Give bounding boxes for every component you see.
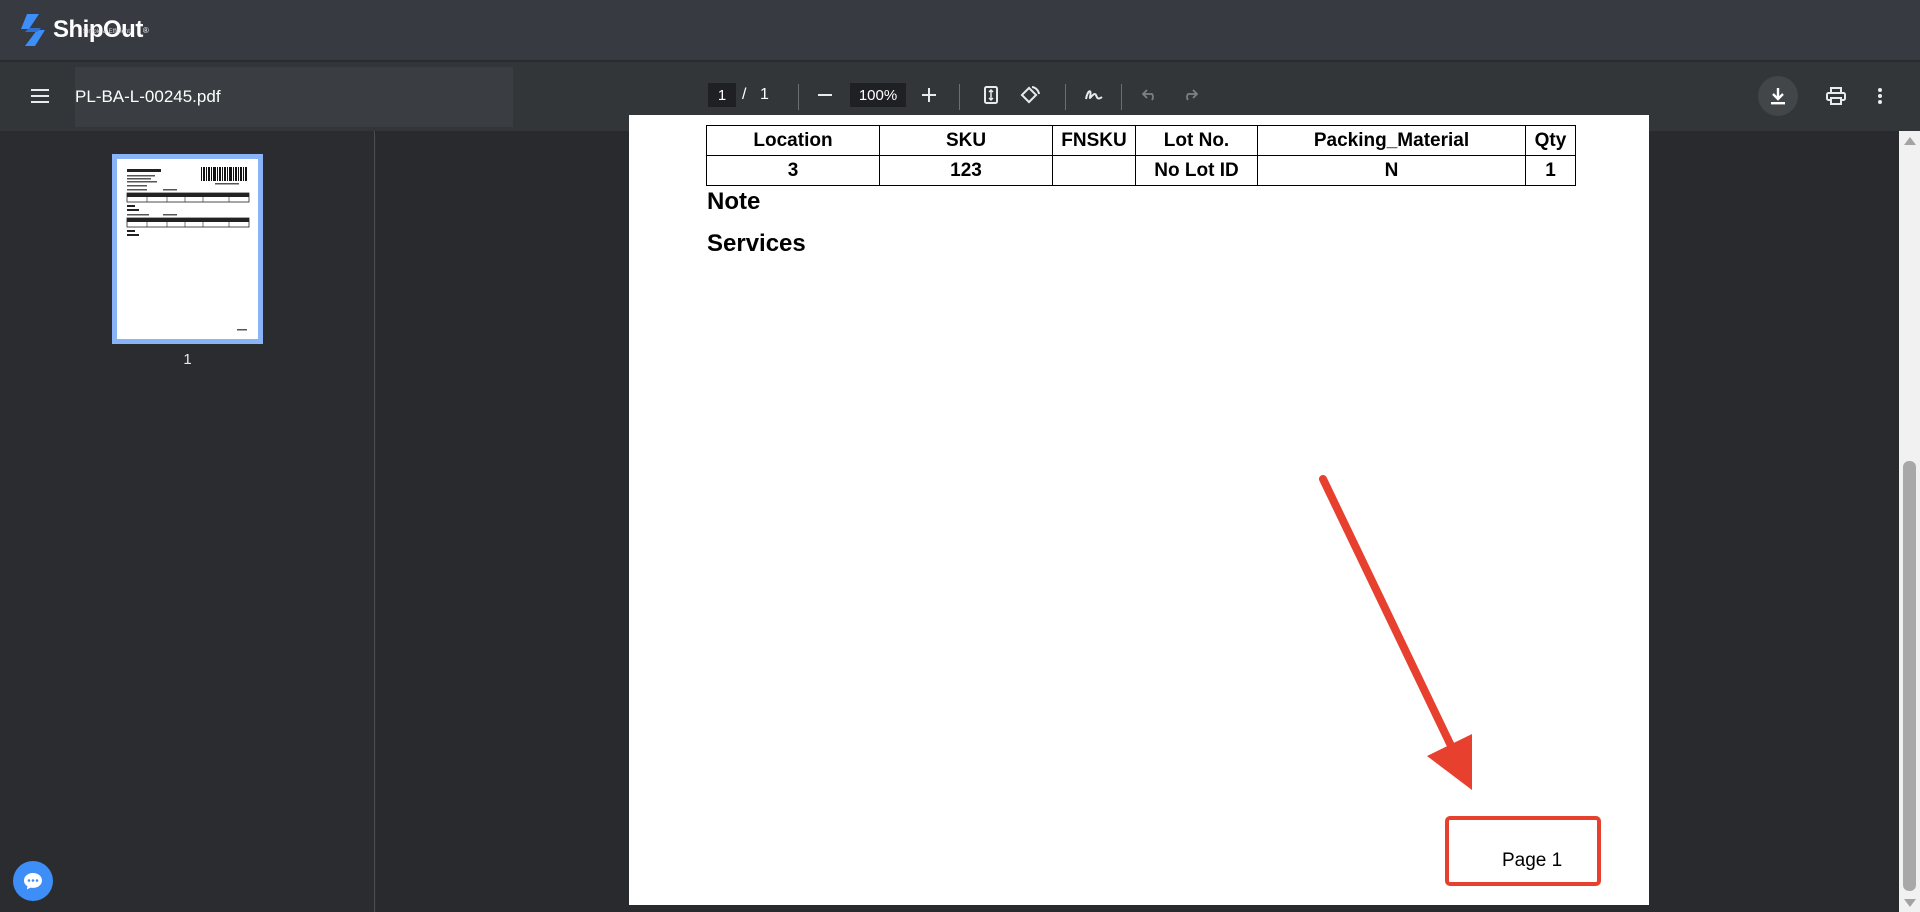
current-page-input[interactable]: 1 xyxy=(708,83,736,107)
table-header-cell: SKU xyxy=(879,125,1053,156)
toolbar-divider xyxy=(959,84,960,110)
table-cell: N xyxy=(1257,155,1526,186)
shipout-logo-icon xyxy=(21,14,45,46)
zoom-in-icon[interactable] xyxy=(916,82,942,108)
services-heading: Services xyxy=(707,230,806,257)
thumbnail-sidebar: 1 xyxy=(0,131,375,912)
table-header-cell: FNSKU xyxy=(1052,125,1136,156)
app-header: ShipOut ® Simple & Efficient xyxy=(0,0,1920,61)
total-pages: 1 xyxy=(760,86,769,103)
chat-icon[interactable] xyxy=(13,861,53,901)
pdf-page: Location SKU FNSKU Lot No. Packing_Mater… xyxy=(629,115,1649,905)
page-thumbnail[interactable] xyxy=(112,154,263,344)
table-cell: No Lot ID xyxy=(1135,155,1258,186)
print-icon[interactable] xyxy=(1822,82,1850,110)
scrollbar-thumb[interactable] xyxy=(1903,461,1916,891)
pdf-viewer-area: Location SKU FNSKU Lot No. Packing_Mater… xyxy=(376,115,1900,912)
hamburger-menu-icon[interactable] xyxy=(24,80,56,112)
page-separator: / xyxy=(742,86,747,103)
scroll-down-arrow-icon[interactable] xyxy=(1904,899,1916,907)
table-cell: 3 xyxy=(706,155,880,186)
fit-page-icon[interactable] xyxy=(978,82,1004,108)
vertical-scrollbar[interactable] xyxy=(1899,131,1920,912)
table-header-row: Location SKU FNSKU Lot No. Packing_Mater… xyxy=(706,125,1576,156)
note-heading: Note xyxy=(707,188,761,215)
trademark-mark: ® xyxy=(142,25,149,35)
table-cell: 123 xyxy=(879,155,1053,186)
brand-tagline: Simple & Efficient xyxy=(83,29,130,35)
toolbar-divider xyxy=(1121,84,1122,110)
rotate-icon[interactable] xyxy=(1017,82,1043,108)
pdf-filename: PL-BA-L-00245.pdf xyxy=(75,87,221,106)
thumbnail-page-preview xyxy=(117,159,258,339)
undo-icon[interactable] xyxy=(1137,82,1163,108)
more-vert-icon[interactable] xyxy=(1868,82,1892,110)
table-cell: 1 xyxy=(1525,155,1576,186)
toolbar-divider xyxy=(1065,84,1066,110)
page-footer: Page 1 xyxy=(1502,850,1563,871)
toolbar-divider xyxy=(798,84,799,110)
zoom-level-input[interactable]: 100% xyxy=(850,83,906,107)
table-cell xyxy=(1052,155,1136,186)
table-row: 3 123 No Lot ID N 1 xyxy=(706,155,1576,186)
download-icon[interactable] xyxy=(1758,76,1798,116)
filename-area: PL-BA-L-00245.pdf xyxy=(75,67,513,127)
zoom-out-icon[interactable] xyxy=(812,82,838,108)
draw-signature-icon[interactable] xyxy=(1080,82,1108,108)
table-header-cell: Lot No. xyxy=(1135,125,1258,156)
redo-icon[interactable] xyxy=(1177,82,1203,108)
thumbnail-page-number: 1 xyxy=(183,351,192,368)
table-header-cell: Location xyxy=(706,125,880,156)
thumbnail-content-preview xyxy=(126,167,250,331)
scroll-up-arrow-icon[interactable] xyxy=(1904,137,1916,145)
table-header-cell: Qty xyxy=(1525,125,1576,156)
table-header-cell: Packing_Material xyxy=(1257,125,1526,156)
items-table: Location SKU FNSKU Lot No. Packing_Mater… xyxy=(706,125,1576,186)
